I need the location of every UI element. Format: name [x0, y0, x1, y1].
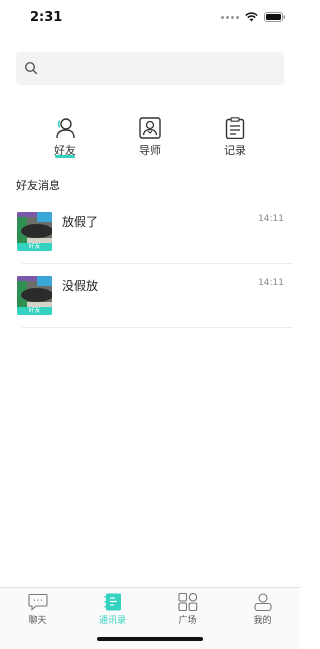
- profile-icon: [253, 593, 272, 611]
- contact-tabs: 好友 导师 记录: [0, 117, 300, 167]
- nav-profile[interactable]: 我的: [225, 593, 300, 626]
- avatar: 好友: [17, 276, 52, 315]
- person-icon: [56, 118, 75, 139]
- section-title: 好友消息: [16, 179, 60, 192]
- nav-chat[interactable]: 聊天: [0, 593, 75, 626]
- bottom-nav: 聊天 通讯录 广场 我的: [0, 587, 300, 649]
- clipboard-icon: [225, 117, 245, 139]
- nav-contacts-label: 通讯录: [98, 616, 126, 626]
- list-item[interactable]: 好友 没假放 14:11: [0, 264, 300, 328]
- message-time: 14:11: [258, 278, 284, 288]
- search-icon: [24, 61, 38, 75]
- contacts-book-icon: [104, 593, 121, 611]
- status-icons: [221, 12, 286, 22]
- active-tab-indicator: [55, 155, 75, 158]
- nav-square[interactable]: 广场: [150, 593, 225, 626]
- tab-records[interactable]: 记录: [205, 117, 265, 158]
- status-bar: 2:31: [0, 0, 300, 36]
- friend-tag: 好友: [17, 307, 52, 315]
- home-indicator[interactable]: [97, 637, 203, 641]
- contact-name: 放假了: [62, 215, 99, 229]
- chat-icon: [27, 593, 48, 611]
- tab-records-label: 记录: [224, 144, 246, 157]
- status-time: 2:31: [30, 10, 63, 25]
- tab-friends[interactable]: 好友: [35, 117, 95, 158]
- tab-mentors[interactable]: 导师: [120, 117, 180, 158]
- grid-icon: [177, 593, 197, 611]
- search-input[interactable]: [46, 52, 280, 87]
- battery-icon: [264, 12, 286, 22]
- friend-tag: 好友: [17, 243, 52, 251]
- search-bar[interactable]: [16, 52, 284, 87]
- divider: [22, 327, 292, 328]
- signal-icon: [221, 15, 239, 19]
- mentor-badge-icon: [139, 117, 161, 139]
- nav-chat-label: 聊天: [28, 616, 47, 626]
- nav-square-label: 广场: [178, 616, 197, 626]
- nav-contacts[interactable]: 通讯录: [75, 593, 150, 626]
- avatar: 好友: [17, 212, 52, 251]
- friend-message-list: 好友 放假了 14:11 好友 没假放 14:11: [0, 200, 300, 328]
- message-time: 14:11: [258, 214, 284, 224]
- contact-name: 没假放: [62, 279, 99, 293]
- tab-mentors-label: 导师: [139, 144, 161, 157]
- nav-profile-label: 我的: [253, 616, 272, 626]
- wifi-icon: [245, 12, 258, 22]
- list-item[interactable]: 好友 放假了 14:11: [0, 200, 300, 264]
